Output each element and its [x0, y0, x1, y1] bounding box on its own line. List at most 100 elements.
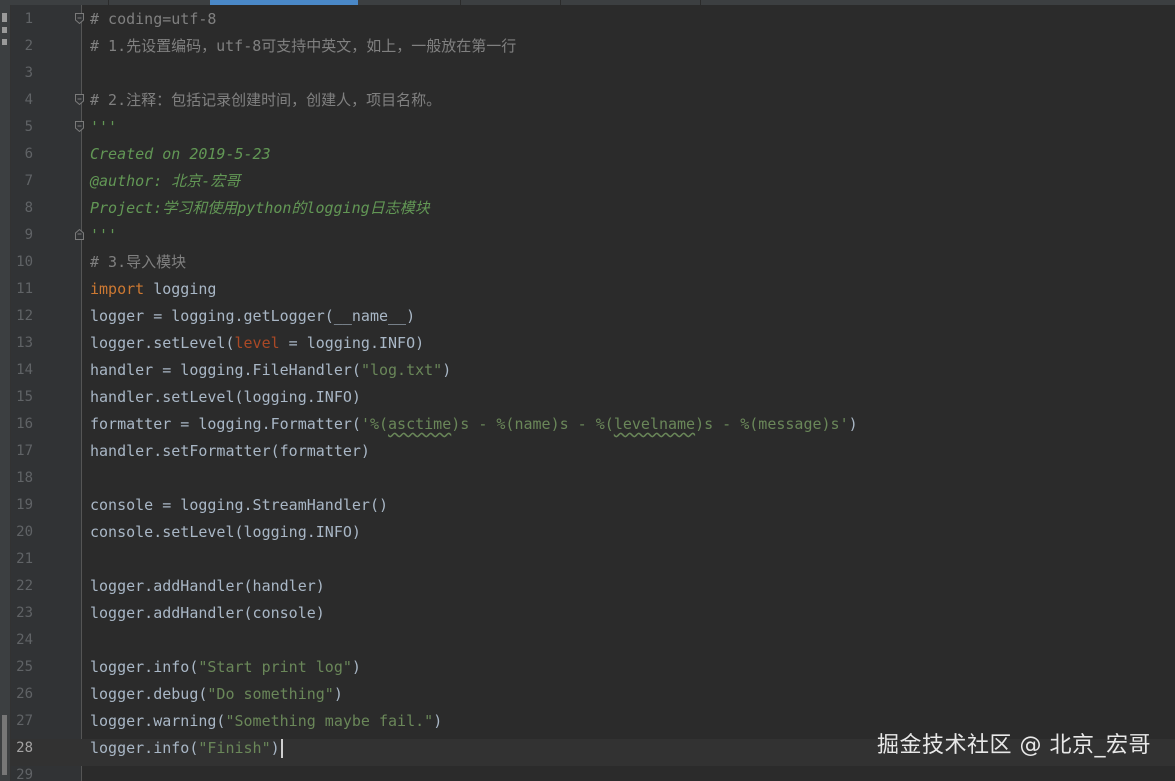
line-number[interactable]: 23	[11, 600, 33, 627]
code-line[interactable]: 14 handler = logging.FileHandler("log.txt…	[0, 357, 1175, 384]
code-text[interactable]: formatter = logging.Formatter('%(asctime…	[90, 411, 858, 438]
code-line[interactable]: 19 console = logging.StreamHandler()	[0, 492, 1175, 519]
code-text[interactable]: logger = logging.getLogger(__name__)	[90, 303, 415, 330]
code-line[interactable]: 26 logger.debug("Do something")	[0, 681, 1175, 708]
code-line[interactable]: 5 '''	[0, 114, 1175, 141]
code-line[interactable]: 4 # 2.注释：包括记录创建时间，创建人，项目名称。	[0, 87, 1175, 114]
code-line[interactable]: 9 '''	[0, 222, 1175, 249]
doc-token: '''	[90, 226, 118, 244]
code-text[interactable]: '''	[90, 222, 117, 249]
code-text[interactable]: import logging	[90, 276, 216, 303]
code-text[interactable]: handler.setFormatter(formatter)	[90, 438, 370, 465]
fold-start-icon[interactable]	[75, 121, 84, 132]
fold-start-icon[interactable]	[75, 94, 84, 105]
code-text[interactable]: handler = logging.FileHandler("log.txt")	[90, 357, 451, 384]
string-token: levelname	[613, 415, 696, 433]
code-line[interactable]: 1 # coding=utf-8	[0, 6, 1175, 33]
code-line[interactable]: 18	[0, 465, 1175, 492]
code-line[interactable]: 6 Created on 2019-5-23	[0, 141, 1175, 168]
code-line[interactable]: 3	[0, 60, 1175, 87]
code-text[interactable]: logger.info("Finish")	[90, 735, 283, 762]
line-number[interactable]: 25	[11, 654, 33, 681]
line-number[interactable]: 15	[11, 384, 33, 411]
code-text[interactable]: logger.warning("Something maybe fail.")	[90, 708, 442, 735]
default-token: )	[442, 361, 452, 379]
code-line[interactable]: 15 handler.setLevel(logging.INFO)	[0, 384, 1175, 411]
code-line[interactable]: 13 logger.setLevel(level = logging.INFO)	[0, 330, 1175, 357]
code-text[interactable]: logger.addHandler(handler)	[90, 573, 325, 600]
line-number[interactable]: 14	[11, 357, 33, 384]
code-text[interactable]: Project:学习和使用python的logging日志模块	[90, 195, 430, 222]
default-token: )	[333, 685, 343, 703]
line-number[interactable]: 27	[11, 708, 33, 735]
fold-start-icon[interactable]	[75, 13, 84, 24]
line-number[interactable]: 24	[11, 627, 33, 654]
line-number[interactable]: 13	[11, 330, 33, 357]
line-number[interactable]: 19	[11, 492, 33, 519]
line-number[interactable]: 1	[11, 6, 33, 33]
code-text[interactable]: console = logging.StreamHandler()	[90, 492, 388, 519]
code-text[interactable]: logger.debug("Do something")	[90, 681, 343, 708]
line-number[interactable]: 17	[11, 438, 33, 465]
line-number[interactable]: 7	[11, 168, 33, 195]
code-line[interactable]: 11 import logging	[0, 276, 1175, 303]
line-number[interactable]: 11	[11, 276, 33, 303]
code-line[interactable]: 21	[0, 546, 1175, 573]
code-line[interactable]: 20 console.setLevel(logging.INFO)	[0, 519, 1175, 546]
code-line[interactable]: 29	[0, 762, 1175, 781]
default-token: formatter = logging.Formatter(	[90, 415, 361, 433]
code-text[interactable]: console.setLevel(logging.INFO)	[90, 519, 361, 546]
code-text[interactable]: @author: 北京-宏哥	[90, 168, 240, 195]
line-number[interactable]: 6	[11, 141, 33, 168]
line-number[interactable]: 8	[11, 195, 33, 222]
line-number[interactable]: 21	[11, 546, 33, 573]
default-token: logger.debug(	[90, 685, 208, 703]
code-line[interactable]: 25 logger.info("Start print log")	[0, 654, 1175, 681]
code-text[interactable]: # 3.导入模块	[90, 249, 186, 276]
line-number[interactable]: 5	[11, 114, 33, 141]
code-line[interactable]: 2 # 1.先设置编码，utf-8可支持中英文，如上，一般放在第一行	[0, 33, 1175, 60]
line-number[interactable]: 2	[11, 33, 33, 60]
line-number[interactable]: 10	[11, 249, 33, 276]
default-token: = logging.INFO)	[279, 334, 425, 352]
line-number[interactable]: 9	[11, 222, 33, 249]
code-text[interactable]: # 1.先设置编码，utf-8可支持中英文，如上，一般放在第一行	[90, 33, 516, 60]
code-line[interactable]: 17 handler.setFormatter(formatter)	[0, 438, 1175, 465]
string-token: "Start print log"	[198, 658, 352, 676]
default-token: handler = logging.FileHandler(	[90, 361, 361, 379]
line-number[interactable]: 26	[11, 681, 33, 708]
code-line[interactable]: 8 Project:学习和使用python的logging日志模块	[0, 195, 1175, 222]
code-line[interactable]: 7 @author: 北京-宏哥	[0, 168, 1175, 195]
code-text[interactable]: logger.info("Start print log")	[90, 654, 361, 681]
line-number[interactable]: 22	[11, 573, 33, 600]
code-text[interactable]: logger.setLevel(level = logging.INFO)	[90, 330, 424, 357]
line-number[interactable]: 16	[11, 411, 33, 438]
default-token: )	[848, 415, 858, 433]
code-text[interactable]: handler.setLevel(logging.INFO)	[90, 384, 361, 411]
fold-end-icon[interactable]	[75, 229, 84, 240]
code-text[interactable]: Created on 2019-5-23	[90, 141, 271, 168]
code-line[interactable]: 10 # 3.导入模块	[0, 249, 1175, 276]
code-line[interactable]: 12 logger = logging.getLogger(__name__)	[0, 303, 1175, 330]
code-lines[interactable]: 1 # coding=utf-8 2 # 1.先设置编码，utf-8可支持中英文，如上…	[0, 6, 1175, 781]
string-token: asctime	[388, 415, 452, 433]
code-line[interactable]: 22 logger.addHandler(handler)	[0, 573, 1175, 600]
string-token: "Something maybe fail."	[225, 712, 434, 730]
line-number[interactable]: 3	[11, 60, 33, 87]
line-number[interactable]: 28	[11, 735, 33, 762]
watermark: 掘金技术社区 @ 北京_宏哥	[877, 733, 1151, 758]
code-text[interactable]: '''	[90, 114, 117, 141]
line-number[interactable]: 29	[11, 762, 33, 781]
code-line[interactable]: 16 formatter = logging.Formatter('%(ascti…	[0, 411, 1175, 438]
code-text[interactable]: logger.addHandler(console)	[90, 600, 325, 627]
comment-token: # 3.导入模块	[90, 253, 187, 271]
line-number[interactable]: 20	[11, 519, 33, 546]
code-line[interactable]: 23 logger.addHandler(console)	[0, 600, 1175, 627]
line-number[interactable]: 12	[11, 303, 33, 330]
doc-token: @author: 北京-宏哥	[90, 172, 241, 190]
line-number[interactable]: 4	[11, 87, 33, 114]
code-text[interactable]: # 2.注释：包括记录创建时间，创建人，项目名称。	[90, 87, 441, 114]
code-text[interactable]: # coding=utf-8	[90, 6, 216, 33]
line-number[interactable]: 18	[11, 465, 33, 492]
code-line[interactable]: 24	[0, 627, 1175, 654]
